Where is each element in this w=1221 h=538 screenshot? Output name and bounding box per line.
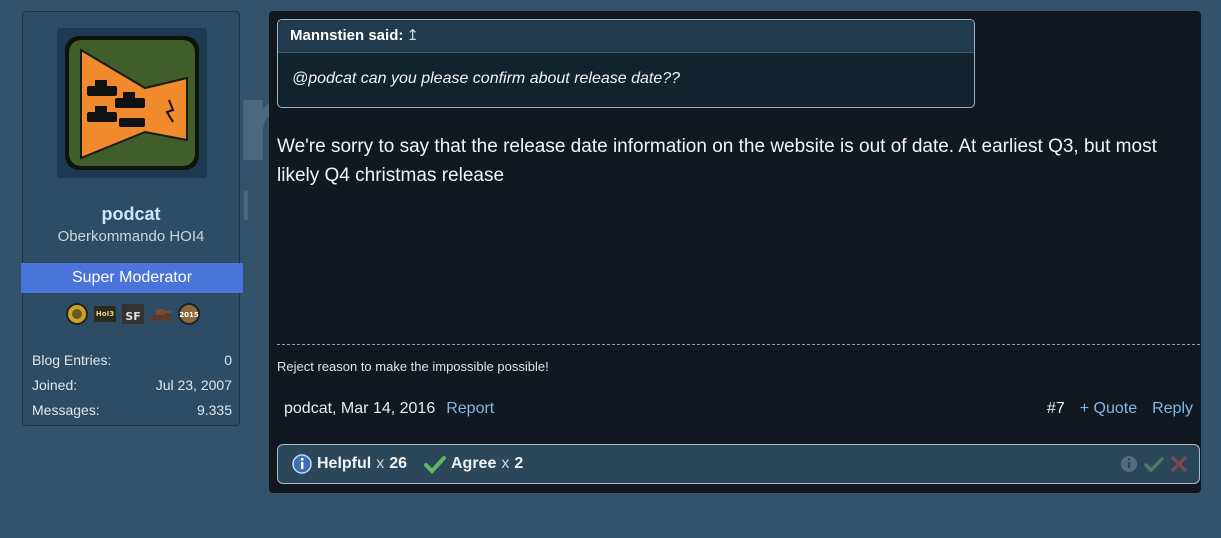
post: Mannstien said: ↥ @podcat can you please …: [269, 11, 1201, 493]
stat-joined: Joined: Jul 23, 2007: [32, 375, 232, 400]
agree-count: 2: [514, 455, 524, 472]
year-badge-text: 2015: [179, 311, 199, 319]
post-author-date[interactable]: podcat, Mar 14, 2016: [284, 400, 435, 417]
signature-divider: [277, 344, 1200, 345]
badge-list: HoI3 SF 2015: [63, 302, 203, 326]
hoi3-badge-text: HoI3: [96, 310, 114, 318]
stat-label: Messages:: [32, 402, 100, 418]
quote-block: Mannstien said: ↥ @podcat can you please …: [277, 19, 975, 108]
jump-to-quote-icon[interactable]: ↥: [406, 27, 419, 44]
username[interactable]: podcat: [23, 204, 239, 225]
report-link[interactable]: Report: [446, 400, 494, 417]
stat-blog-entries: Blog Entries: 0: [32, 350, 232, 375]
helpful-times: x: [376, 455, 385, 472]
tank-icon[interactable]: [149, 302, 173, 326]
role-banner: Super Moderator: [21, 263, 243, 293]
rate-helpful-icon[interactable]: [1119, 454, 1139, 474]
medal-icon[interactable]: [65, 302, 89, 326]
rate-disagree-icon[interactable]: [1169, 454, 1189, 474]
quote-author[interactable]: Mannstien said:: [290, 27, 403, 44]
quote-text: @podcat can you please confirm about rel…: [292, 70, 681, 87]
rate-agree-icon[interactable]: [1143, 454, 1165, 474]
stat-value[interactable]: 0: [224, 350, 232, 375]
avatar[interactable]: [57, 28, 207, 178]
reaction-agree[interactable]: Agree x 2: [424, 454, 523, 474]
stat-value: Jul 23, 2007: [155, 377, 232, 393]
user-card: podcat Oberkommando HOI4 Super Moderator…: [21, 11, 243, 426]
reaction-bar: Helpful x 26 Agree x 2: [277, 444, 1200, 484]
helpful-label: Helpful: [317, 455, 372, 472]
rate-icons: [1119, 454, 1189, 474]
reply-link[interactable]: Reply: [1152, 400, 1193, 418]
quote-link[interactable]: + Quote: [1080, 400, 1137, 418]
user-stats: Blog Entries: 0 Joined: Jul 23, 2007 Mes…: [32, 350, 232, 425]
stat-value[interactable]: 9.335: [197, 400, 232, 425]
info-icon: [292, 454, 312, 474]
agree-times: x: [501, 455, 510, 472]
2015-icon[interactable]: 2015: [177, 302, 201, 326]
signature: Reject reason to make the impossible pos…: [277, 359, 549, 374]
user-title: Oberkommando HOI4: [57, 228, 205, 245]
hoi3-icon[interactable]: HoI3: [93, 302, 117, 326]
quote-header: Mannstien said: ↥: [278, 20, 974, 53]
post-number-link[interactable]: #7: [1047, 400, 1065, 418]
reaction-helpful[interactable]: Helpful x 26: [292, 454, 407, 474]
stat-messages: Messages: 9.335: [32, 400, 232, 425]
stat-label: Joined:: [32, 377, 78, 393]
agree-label: Agree: [451, 455, 497, 472]
post-message: We're sorry to say that the release date…: [277, 136, 1157, 186]
helpful-count: 26: [389, 455, 408, 472]
stat-label: Blog Entries:: [32, 352, 112, 368]
post-meta: podcat, Mar 14, 2016 Report: [284, 400, 494, 418]
sf-icon[interactable]: SF: [121, 302, 145, 326]
avatar-image: [65, 36, 199, 170]
sf-badge-text: SF: [125, 310, 140, 323]
post-actions: #7 + Quote Reply: [1047, 400, 1193, 418]
checkmark-icon: [424, 456, 446, 474]
